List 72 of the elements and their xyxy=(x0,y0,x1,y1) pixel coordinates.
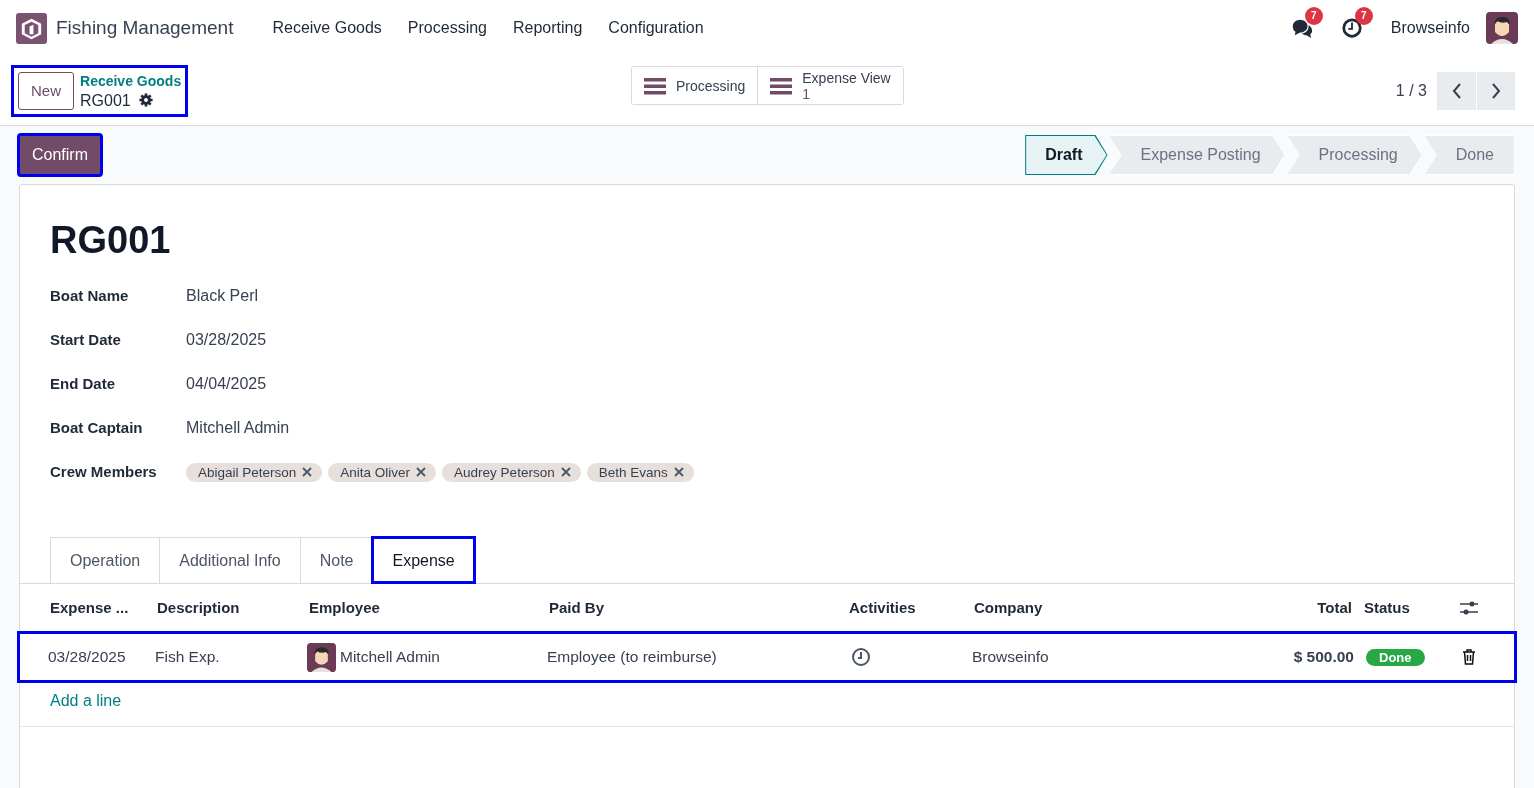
status-stage[interactable]: Done xyxy=(1423,135,1515,175)
menu-item[interactable]: Configuration xyxy=(595,19,717,37)
column-header[interactable]: Activities xyxy=(849,584,974,632)
chat-icon[interactable] xyxy=(1290,17,1313,39)
pager-counter: 1 / 3 xyxy=(1395,81,1427,100)
table-cell-text: Fish Exp. xyxy=(155,648,221,666)
field-value[interactable]: 04/04/2025 xyxy=(186,371,1514,415)
remove-icon[interactable] xyxy=(302,467,313,477)
field-label: Boat Name xyxy=(50,286,130,306)
expense-row[interactable]: 03/28/2025 Fish Exp. Mitchell Admin Employee (to reimburse) Browseinfo $ 500.00 Done xyxy=(18,632,1516,682)
field-label: End Date xyxy=(50,374,116,394)
column-header[interactable]: Description xyxy=(157,584,309,632)
avatar-icon[interactable] xyxy=(307,642,336,672)
table-cell-text: Browseinfo xyxy=(972,648,1050,666)
menu-item[interactable]: Processing xyxy=(394,19,500,37)
notebook-tab[interactable]: Additional Info xyxy=(159,537,300,583)
smart-button[interactable]: Expense View 1 xyxy=(757,67,903,104)
confirm-button[interactable]: Confirm xyxy=(18,134,102,176)
table-cell-text: 03/28/2025 xyxy=(48,648,127,666)
column-header[interactable]: Company xyxy=(974,584,1192,632)
column-header[interactable]: Employee xyxy=(309,584,549,632)
tag-label: Anita Oliver xyxy=(340,464,411,480)
notebook-tab[interactable]: Note xyxy=(299,537,373,583)
table-cell: $ 500.00 xyxy=(1293,648,1354,666)
previous-button[interactable] xyxy=(1437,71,1476,110)
menu-item[interactable]: Receive Goods xyxy=(259,19,395,37)
notebook-tab[interactable]: Operation xyxy=(50,537,160,583)
field-label: Start Date xyxy=(50,330,122,350)
column-header[interactable]: Expense ... xyxy=(50,584,157,632)
tag-label: Abigail Peterson xyxy=(198,464,297,480)
record-name: RG001 xyxy=(80,90,131,110)
column-header[interactable]: Total xyxy=(1192,584,1352,632)
record-title: RG001 xyxy=(50,218,172,263)
chevron-right-icon xyxy=(1490,82,1502,99)
new-button[interactable]: New xyxy=(18,71,74,110)
field-value[interactable]: 03/28/2025 xyxy=(186,327,1514,371)
column-header[interactable]: Status xyxy=(1352,584,1460,632)
trash-icon[interactable] xyxy=(1462,649,1476,665)
activity-count-badge: 7 xyxy=(1354,7,1373,25)
remove-icon[interactable] xyxy=(673,467,684,477)
notebook-tab[interactable]: Expense xyxy=(372,537,475,583)
field-value[interactable]: Mitchell Admin xyxy=(186,415,1514,459)
app-title: Fishing Management xyxy=(56,17,234,39)
tag-label: Beth Evans xyxy=(598,464,668,480)
next-button[interactable] xyxy=(1476,71,1515,110)
column-settings-icon[interactable] xyxy=(1460,600,1478,616)
list-icon xyxy=(770,76,793,95)
field-value[interactable]: Black Perl xyxy=(186,283,1514,327)
list-icon xyxy=(644,76,666,95)
chevron-left-icon xyxy=(1450,82,1463,99)
menu-item[interactable]: Reporting xyxy=(500,19,596,37)
table-cell-text: Employee (to reimburse) xyxy=(547,648,718,666)
field-label: Crew Members xyxy=(50,462,158,482)
message-count-badge: 7 xyxy=(1304,7,1323,25)
field-label: Boat Captain xyxy=(50,418,144,438)
add-line-link[interactable]: Add a line xyxy=(50,692,122,709)
company-name[interactable]: Browseinfo xyxy=(1390,19,1470,37)
status-stage[interactable]: Expense Posting xyxy=(1108,135,1286,175)
clock-icon[interactable] xyxy=(851,647,871,667)
column-header[interactable]: Paid By xyxy=(549,584,849,632)
clock-icon[interactable] xyxy=(1340,17,1363,39)
status-badge: Done xyxy=(1366,648,1425,666)
breadcrumb-link[interactable]: Receive Goods xyxy=(80,71,182,91)
status-stage[interactable]: Processing xyxy=(1286,135,1423,175)
box-logo-icon[interactable] xyxy=(16,12,47,44)
status-stage[interactable]: Draft xyxy=(1025,135,1108,175)
table-cell: Mitchell Admin xyxy=(340,648,440,666)
tag-label: Audrey Peterson xyxy=(454,464,555,480)
remove-icon[interactable] xyxy=(560,467,571,477)
avatar-icon[interactable] xyxy=(1486,12,1518,44)
remove-icon[interactable] xyxy=(416,467,427,477)
settings-icon[interactable] xyxy=(138,93,153,107)
